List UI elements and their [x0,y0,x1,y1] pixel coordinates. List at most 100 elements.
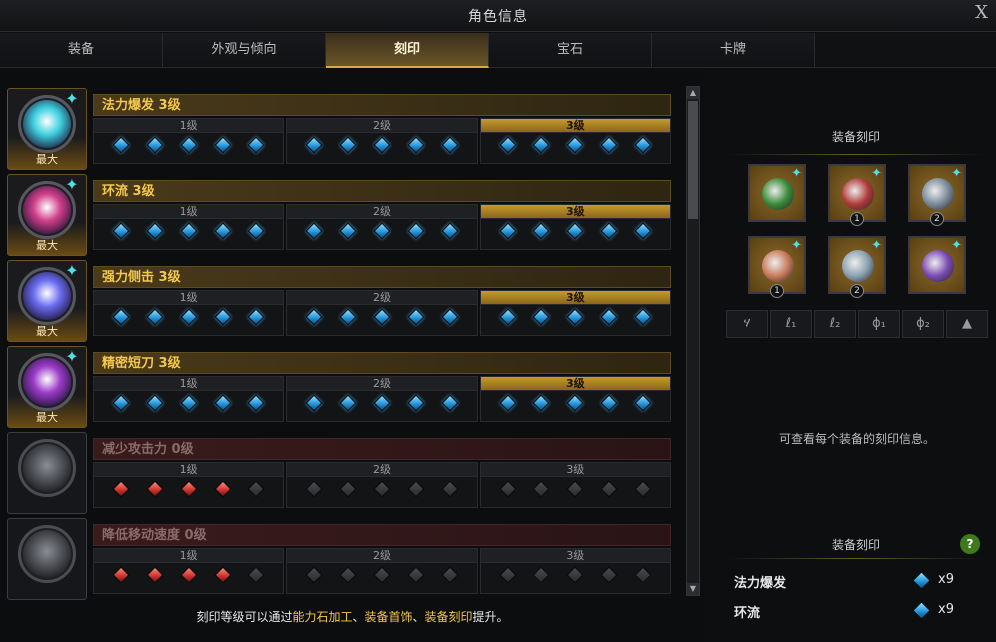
gem-icon [373,136,391,154]
gem-icon [373,394,391,412]
level-segment: 1级 [93,376,285,422]
earring1-slot-icon[interactable]: ℓ₁ [770,310,812,338]
gem-icon [407,308,425,326]
earring-icon[interactable]: ✦ 1 [828,164,886,226]
level-label: 1级 [94,549,284,563]
tab-appearance[interactable]: 外观与倾向 [163,33,326,68]
gem-icon [112,566,130,584]
gem-icon [339,308,357,326]
scrollbar[interactable]: ▲ ▼ [686,86,700,596]
gem-icon [180,480,198,498]
engraving-name: 降低移动速度 0级 [93,524,671,546]
gem-icon [247,222,265,240]
gem-icon [407,566,425,584]
engraving-row[interactable]: ✦ 最大 环流 3级 1级 2级 3级 [7,174,673,256]
stone-slot-icon[interactable]: ▲ [946,310,988,338]
engraving-row[interactable]: ✦ 最大 强力侧击 3级 1级 2级 3级 [7,260,673,342]
summary-count: x9 [938,602,954,617]
scroll-up-icon[interactable]: ▲ [687,87,699,99]
engrave-badge-icon: ✦ [65,347,79,366]
earring2-slot-icon[interactable]: ℓ₂ [814,310,856,338]
gem-icon [407,394,425,412]
scroll-thumb[interactable] [688,101,698,219]
gem-icon [373,222,391,240]
level-label: 3级 [480,549,670,563]
divider [728,558,984,559]
engrave-badge-icon: ✦ [791,238,802,253]
scroll-down-icon[interactable]: ▼ [687,583,699,595]
ring1-slot-icon[interactable]: ϕ₁ [858,310,900,338]
level-segment: 3级 [479,118,671,164]
engraving-name: 强力侧击 3级 [93,266,671,288]
engraving-icon-frame: ✦ 最大 [7,346,87,428]
gem-icon [600,394,618,412]
gem-icon [499,480,517,498]
gem-row [287,305,476,326]
tab-cards[interactable]: 卡牌 [652,33,815,68]
footer-hint: 刻印等级可以通过能力石加工、装备首饰、装备刻印提升。 [0,608,705,634]
close-button[interactable]: X [975,2,988,23]
divider [728,154,984,155]
slot-number: 1 [770,284,784,298]
help-button[interactable]: ? [960,534,980,554]
ring-icon[interactable]: ✦ 2 [828,236,886,298]
engraving-row[interactable]: 降低移动速度 0级 1级 2级 3级 [7,518,673,600]
gem-row [481,219,670,240]
engraving-row[interactable]: ✦ 最大 精密短刀 3级 1级 2级 3级 [7,346,673,428]
engraving-row[interactable]: ✦ 最大 法力爆发 3级 1级 2级 3级 [7,88,673,170]
footer-sep: 、 [352,610,365,624]
engraving-row[interactable]: 减少攻击力 0级 1级 2级 3级 [7,432,673,514]
gem-icon [247,394,265,412]
level-label: 2级 [287,205,477,219]
engrave-badge-icon: ✦ [65,261,79,280]
gem-icon [146,480,164,498]
gem-icon [146,394,164,412]
orb-speed-down-icon [18,525,76,583]
necklace-slot-icon[interactable]: ሃ [726,310,768,338]
gem-row [287,133,476,154]
gem-icon [112,222,130,240]
gem-icon [247,566,265,584]
gem-icon [634,566,652,584]
max-label: 最大 [36,411,58,424]
summary-title: 装备刻印 [831,538,880,552]
slot-number: 2 [930,212,944,226]
level-segment: 2级 [286,376,478,422]
gem-icon [112,136,130,154]
ring-icon[interactable]: ✦ 1 [748,236,806,298]
gem-icon [146,308,164,326]
gem-row [94,477,283,498]
engraving-icon-frame: ✦ 最大 [7,174,87,256]
gem-icon [532,394,550,412]
level-label: 3级 [480,463,670,477]
level-label: 1级 [94,463,284,477]
engraving-name: 法力爆发 3级 [93,94,671,116]
engrave-badge-icon: ✦ [65,89,79,108]
gem-icon [441,222,459,240]
tab-gems[interactable]: 宝石 [489,33,652,68]
ring2-slot-icon[interactable]: ϕ₂ [902,310,944,338]
window-title: 角色信息 [468,9,528,25]
gem-icon [441,394,459,412]
engraving-icon-frame: ✦ 最大 [7,88,87,170]
level-segment: 3级 [479,204,671,250]
gem-icon [532,480,550,498]
tab-equipment[interactable]: 装备 [0,33,163,68]
gem-icon [634,480,652,498]
gem-row [481,563,670,584]
gem-row [287,563,476,584]
gem-icon [441,308,459,326]
gem-icon [566,136,584,154]
gem-icon [112,480,130,498]
engraving-levels: 1级 2级 3级 [93,376,671,422]
tab-engraving[interactable]: 刻印 [326,33,489,68]
engraving-list-panel: ✦ 最大 法力爆发 3级 1级 2级 3级 ✦ 最大 环流 3级 1级 2级 3级 ✦ 最大 强力侧击 3级… [0,68,705,642]
gem-row [94,219,283,240]
level-segment: 1级 [93,462,285,508]
gem-icon [566,222,584,240]
gem-icon [247,308,265,326]
stone-icon[interactable]: ✦ [908,236,966,294]
earring-icon[interactable]: ✦ 2 [908,164,966,226]
level-label: 3级 [480,119,670,133]
necklace-icon[interactable]: ✦ [748,164,806,222]
